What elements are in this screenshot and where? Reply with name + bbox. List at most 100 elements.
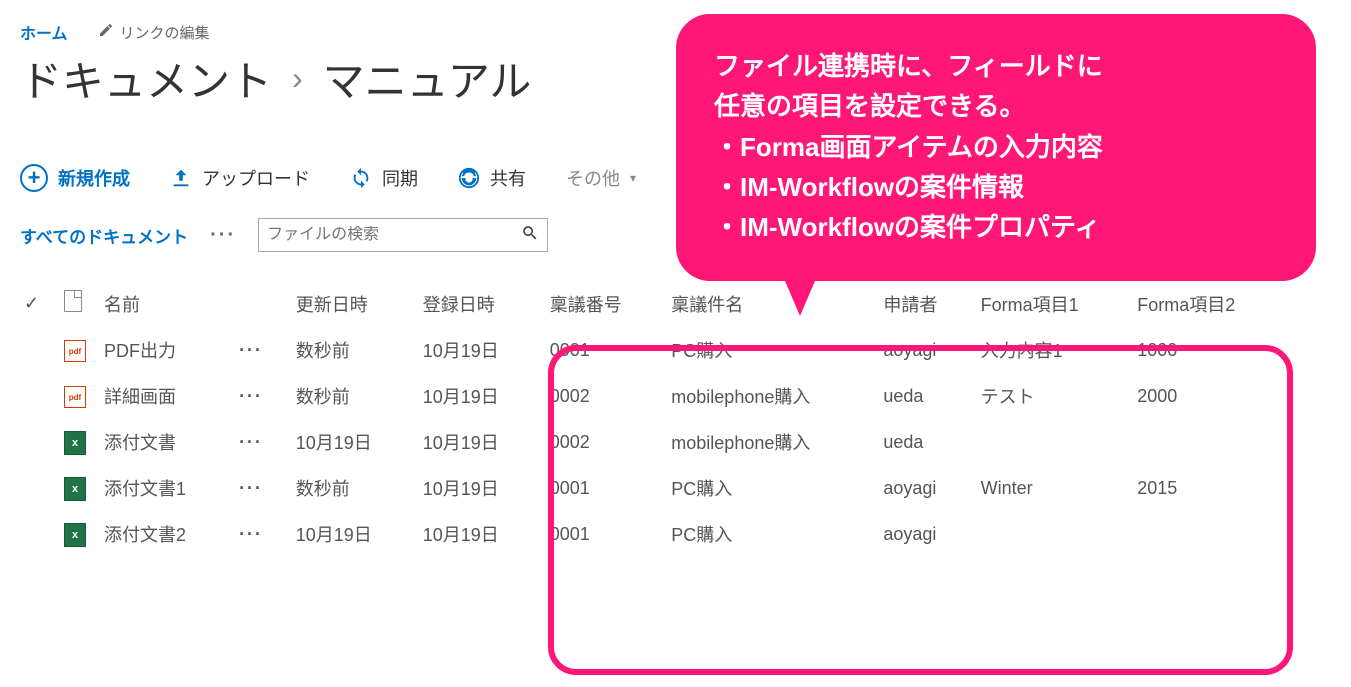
edit-links-button[interactable]: リンクの編集 xyxy=(98,22,210,43)
row-ringi-title: PC購入 xyxy=(667,327,879,373)
upload-button[interactable]: アップロード xyxy=(170,165,310,191)
breadcrumb-separator-icon: › xyxy=(292,60,303,97)
row-file-icon: x xyxy=(60,511,100,557)
pdf-file-icon: pdf xyxy=(64,386,86,408)
row-select[interactable] xyxy=(20,327,60,373)
row-forma2 xyxy=(1133,511,1290,557)
row-select[interactable] xyxy=(20,373,60,419)
pencil-icon xyxy=(98,22,114,42)
sync-label: 同期 xyxy=(382,165,418,191)
row-applicant: ueda xyxy=(879,373,976,419)
edit-links-label: リンクの編集 xyxy=(120,22,210,43)
view-more-menu[interactable]: ··· xyxy=(210,224,236,247)
callout-annotation: ファイル連携時に、フィールドに 任意の項目を設定できる。 ・Forma画面アイテ… xyxy=(676,14,1316,281)
excel-file-icon: x xyxy=(64,523,86,547)
column-registered[interactable]: 登録日時 xyxy=(419,280,546,327)
column-name[interactable]: 名前 xyxy=(100,280,235,327)
row-select[interactable] xyxy=(20,511,60,557)
new-button[interactable]: + 新規作成 xyxy=(20,164,130,192)
row-forma1: Winter xyxy=(977,465,1134,511)
search-input[interactable] xyxy=(267,226,521,244)
excel-file-icon: x xyxy=(64,477,86,501)
chevron-down-icon: ▾ xyxy=(630,171,636,185)
home-link[interactable]: ホーム xyxy=(20,20,68,44)
callout-bullet3: ・IM-Workflowの案件プロパティ xyxy=(714,207,1278,247)
column-modified[interactable]: 更新日時 xyxy=(292,280,419,327)
table-row[interactable]: x添付文書2···10月19日10月19日0001PC購入aoyagi xyxy=(20,511,1290,557)
row-name[interactable]: 添付文書1 xyxy=(100,465,235,511)
row-more-menu[interactable]: ··· xyxy=(235,465,292,511)
table-header-row: ✓ 名前 更新日時 登録日時 稟議番号 稟議件名 申請者 Forma項目1 Fo… xyxy=(20,280,1290,327)
callout-tail-icon xyxy=(770,246,830,316)
share-button[interactable]: 共有 xyxy=(458,165,526,191)
row-name[interactable]: PDF出力 xyxy=(100,327,235,373)
row-modified: 数秒前 xyxy=(292,327,419,373)
table-row[interactable]: x添付文書···10月19日10月19日0002mobilephone購入ued… xyxy=(20,419,1290,465)
callout-bullet2: ・IM-Workflowの案件情報 xyxy=(714,167,1278,207)
callout-line1: ファイル連携時に、フィールドに xyxy=(714,46,1278,86)
callout-bullet1: ・Forma画面アイテムの入力内容 xyxy=(714,127,1278,167)
row-forma2: 2000 xyxy=(1133,373,1290,419)
row-applicant: aoyagi xyxy=(879,511,976,557)
view-all-documents[interactable]: すべてのドキュメント xyxy=(20,223,188,248)
row-more-menu[interactable]: ··· xyxy=(235,419,292,465)
row-modified: 10月19日 xyxy=(292,419,419,465)
sync-icon xyxy=(350,167,372,189)
row-name[interactable]: 添付文書2 xyxy=(100,511,235,557)
row-ringi-no: 0001 xyxy=(546,327,668,373)
share-label: 共有 xyxy=(490,165,526,191)
column-type xyxy=(60,280,100,327)
row-ringi-no: 0001 xyxy=(546,511,668,557)
row-modified: 数秒前 xyxy=(292,373,419,419)
row-name[interactable]: 添付文書 xyxy=(100,419,235,465)
upload-icon xyxy=(170,167,192,189)
column-forma2[interactable]: Forma項目2 xyxy=(1133,280,1290,327)
row-more-menu[interactable]: ··· xyxy=(235,511,292,557)
pdf-file-icon: pdf xyxy=(64,340,86,362)
row-modified: 10月19日 xyxy=(292,511,419,557)
other-label: その他 xyxy=(566,165,620,191)
search-box[interactable] xyxy=(258,218,548,252)
row-file-icon: pdf xyxy=(60,373,100,419)
callout-line2: 任意の項目を設定できる。 xyxy=(714,86,1278,126)
column-ringi-no[interactable]: 稟議番号 xyxy=(546,280,668,327)
table-row[interactable]: pdfPDF出力···数秒前10月19日0001PC購入aoyagi入力内容11… xyxy=(20,327,1290,373)
library-title[interactable]: ドキュメント xyxy=(20,48,272,109)
row-applicant: aoyagi xyxy=(879,327,976,373)
column-forma1[interactable]: Forma項目1 xyxy=(977,280,1134,327)
upload-label: アップロード xyxy=(202,165,310,191)
row-registered: 10月19日 xyxy=(419,465,546,511)
row-registered: 10月19日 xyxy=(419,419,546,465)
column-action xyxy=(235,280,292,327)
row-more-menu[interactable]: ··· xyxy=(235,327,292,373)
row-forma1: テスト xyxy=(977,373,1134,419)
row-forma1: 入力内容1 xyxy=(977,327,1134,373)
row-forma1 xyxy=(977,511,1134,557)
row-name[interactable]: 詳細画面 xyxy=(100,373,235,419)
document-table: ✓ 名前 更新日時 登録日時 稟議番号 稟議件名 申請者 Forma項目1 Fo… xyxy=(20,280,1290,557)
row-ringi-title: mobilephone購入 xyxy=(667,373,879,419)
row-modified: 数秒前 xyxy=(292,465,419,511)
table-row[interactable]: x添付文書1···数秒前10月19日0001PC購入aoyagiWinter20… xyxy=(20,465,1290,511)
row-registered: 10月19日 xyxy=(419,327,546,373)
row-file-icon: pdf xyxy=(60,327,100,373)
row-more-menu[interactable]: ··· xyxy=(235,373,292,419)
row-forma2: 2015 xyxy=(1133,465,1290,511)
row-ringi-title: PC購入 xyxy=(667,511,879,557)
sync-button[interactable]: 同期 xyxy=(350,165,418,191)
folder-title: マニュアル xyxy=(323,48,532,109)
row-select[interactable] xyxy=(20,419,60,465)
document-icon xyxy=(64,290,82,312)
search-icon[interactable] xyxy=(521,224,539,247)
row-forma2 xyxy=(1133,419,1290,465)
row-ringi-title: PC購入 xyxy=(667,465,879,511)
column-applicant[interactable]: 申請者 xyxy=(879,280,976,327)
row-ringi-no: 0002 xyxy=(546,419,668,465)
new-label: 新規作成 xyxy=(58,165,130,191)
table-row[interactable]: pdf詳細画面···数秒前10月19日0002mobilephone購入ueda… xyxy=(20,373,1290,419)
other-menu[interactable]: その他 ▾ xyxy=(566,165,636,191)
column-select[interactable]: ✓ xyxy=(20,280,60,327)
row-forma1 xyxy=(977,419,1134,465)
row-registered: 10月19日 xyxy=(419,373,546,419)
row-select[interactable] xyxy=(20,465,60,511)
